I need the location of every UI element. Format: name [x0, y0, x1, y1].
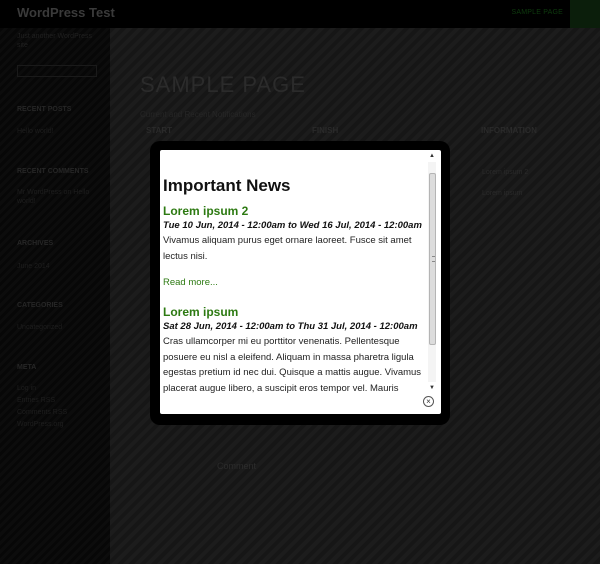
page-intro: Current and Recent Notifications: [140, 110, 256, 119]
sidebar-link[interactable]: June 2014: [17, 262, 97, 271]
news-item: Lorem ipsum 2 Tue 10 Jun, 2014 - 12:00am…: [163, 204, 425, 264]
important-news-modal: Important News Lorem ipsum 2 Tue 10 Jun,…: [160, 150, 441, 414]
scrollbar-track[interactable]: [428, 162, 436, 382]
sidebar-link[interactable]: Mr WordPress on Hello world!: [17, 188, 97, 206]
site-header: WordPress Test SAMPLE PAGE: [0, 0, 600, 28]
site-tagline: Just another WordPress site: [17, 33, 92, 49]
news-item-date: Tue 10 Jun, 2014 - 12:00am to Wed 16 Jul…: [163, 220, 422, 231]
sidebar-heading-categories: CATEGORIES: [17, 302, 63, 309]
sidebar-heading-recent-posts: RECENT POSTS: [17, 106, 72, 113]
sidebar: Just another WordPress site RECENT POSTS…: [0, 28, 110, 564]
modal-scroll-area[interactable]: Important News Lorem ipsum 2 Tue 10 Jun,…: [163, 150, 425, 394]
nav-item-sample-page[interactable]: SAMPLE PAGE: [512, 9, 563, 16]
page-title: SAMPLE PAGE: [140, 72, 306, 97]
sidebar-link[interactable]: WordPress.org: [17, 420, 97, 429]
comment-label: Comment: [217, 461, 257, 471]
modal-title: Important News: [163, 176, 291, 195]
sidebar-heading-recent-comments: RECENT COMMENTS: [17, 168, 89, 175]
site-title[interactable]: WordPress Test: [17, 5, 115, 20]
scrollbar-thumb[interactable]: [429, 173, 436, 345]
column-header-start: START: [146, 126, 173, 135]
news-item-title[interactable]: Lorem ipsum 2: [163, 204, 425, 219]
sidebar-heading-meta: META: [17, 364, 37, 371]
nav-search-toggle[interactable]: [570, 0, 600, 28]
read-more-link[interactable]: Read more...: [163, 277, 218, 288]
news-item-body: Cras ullamcorper mi eu porttitor venenat…: [163, 336, 422, 394]
sidebar-link[interactable]: Log in: [17, 384, 97, 393]
news-item-date: Sat 28 Jun, 2014 - 12:00am to Thu 31 Jul…: [163, 321, 418, 332]
sidebar-heading-archives: ARCHIVES: [17, 240, 54, 247]
scroll-up-arrow-icon[interactable]: ▲: [428, 152, 436, 160]
sidebar-link[interactable]: Entries RSS: [17, 396, 97, 405]
news-item-title[interactable]: Lorem ipsum: [163, 305, 425, 320]
table-cell-information[interactable]: Lorem ipsum 2: [482, 169, 528, 176]
sidebar-link[interactable]: Uncategorized: [17, 323, 97, 332]
column-header-finish: FINISH: [312, 126, 339, 135]
news-item-body: Vivamus aliquam purus eget ornare laoree…: [163, 235, 412, 262]
close-icon[interactable]: ×: [423, 396, 434, 407]
sidebar-link[interactable]: Comments RSS: [17, 408, 97, 417]
table-cell-information[interactable]: Lorem ipsum: [482, 190, 522, 197]
column-header-information: INFORMATION: [481, 126, 537, 135]
scroll-down-arrow-icon[interactable]: ▼: [428, 384, 436, 392]
scrollbar-grip-icon: [432, 256, 435, 262]
sidebar-search-input[interactable]: [17, 65, 97, 77]
modal-scrollbar[interactable]: ▲ ▼: [427, 152, 437, 392]
sidebar-link[interactable]: Hello world!: [17, 127, 97, 136]
news-item: Lorem ipsum Sat 28 Jun, 2014 - 12:00am t…: [163, 305, 425, 394]
